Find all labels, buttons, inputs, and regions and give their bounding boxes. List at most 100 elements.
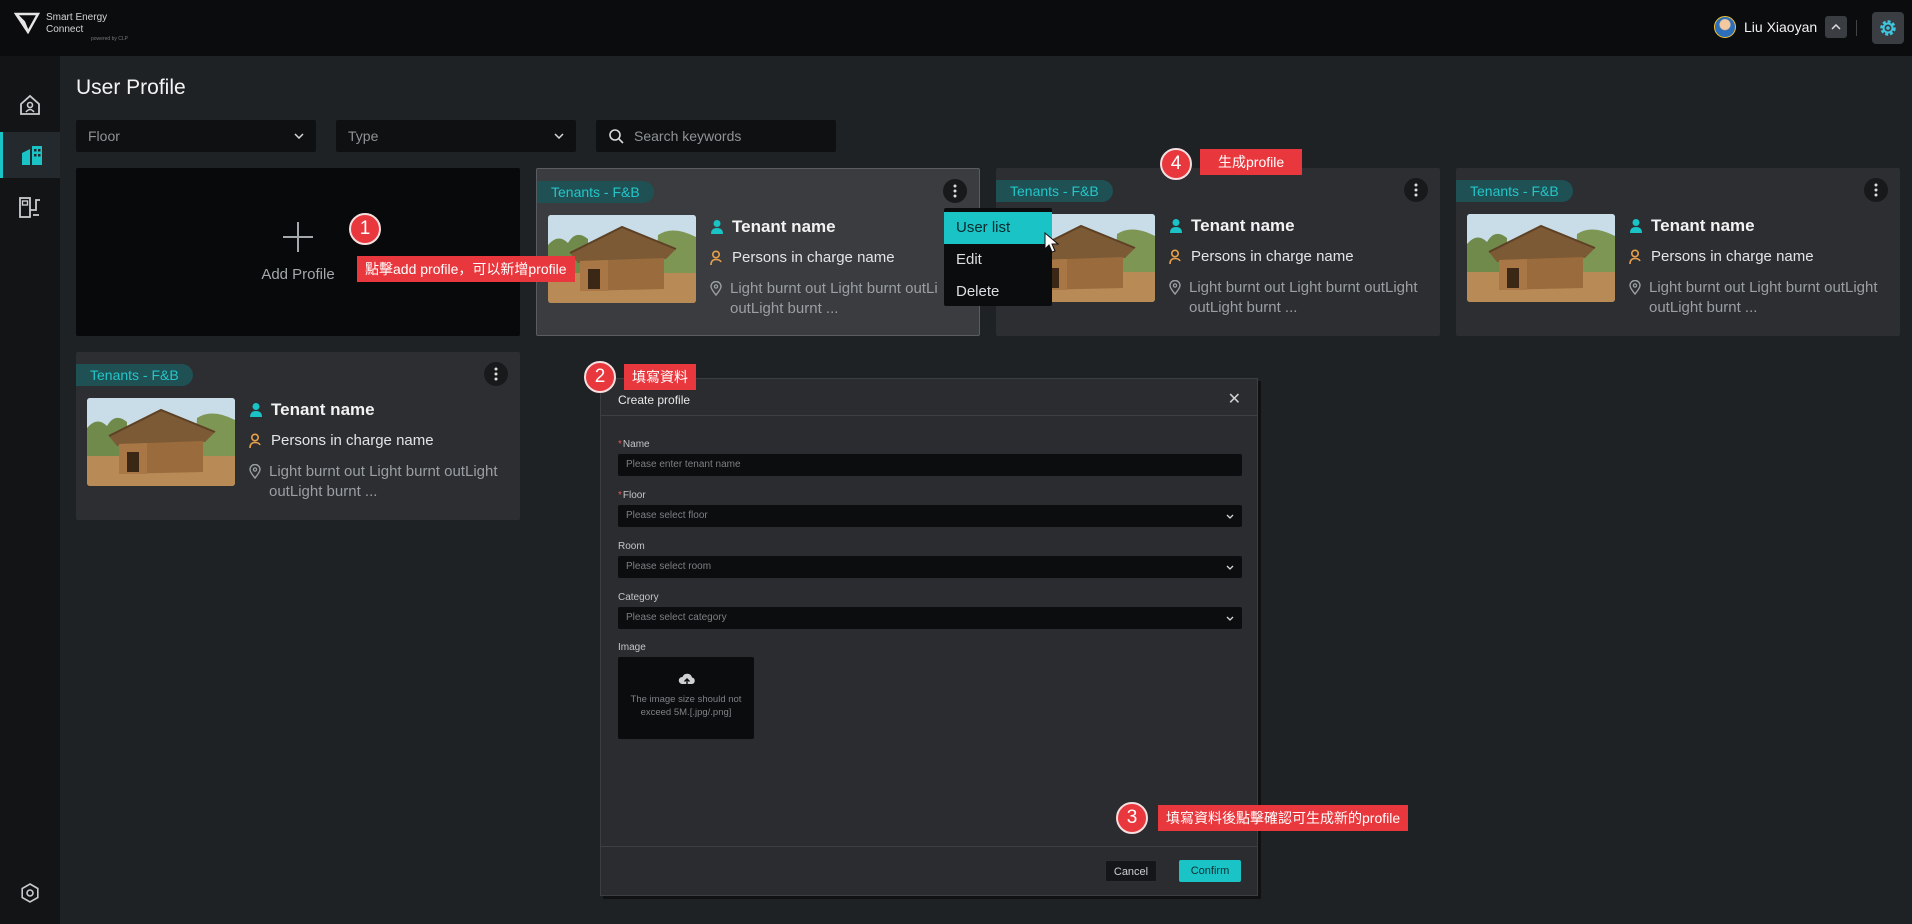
more-vertical-icon [494,367,498,381]
name-field[interactable]: Please enter tenant name [618,454,1242,476]
chevron-up-icon[interactable] [1825,16,1848,38]
cancel-button[interactable]: Cancel [1105,860,1157,882]
category-label: Category [618,592,659,603]
settings-icon [21,883,39,903]
room-placeholder: Please select room [626,561,712,572]
avatar[interactable] [1714,16,1736,38]
floor-placeholder: Please select floor [626,510,708,521]
tenant-row: Tenant name [710,217,836,237]
divider [601,415,1257,416]
type-filter-value: Type [348,128,379,144]
brand-text: Smart Energy Connect powered by CLP [46,12,128,42]
add-profile-card[interactable]: Add Profile [76,168,520,336]
floor-filter-value: Floor [88,128,120,144]
user-name[interactable]: Liu Xiaoyan [1744,19,1817,35]
cloud-upload-icon [678,673,695,686]
menu-item-user-list[interactable]: User list [944,212,1052,244]
more-options-button[interactable] [1864,178,1888,202]
search-icon [609,129,624,144]
search-input[interactable]: Search keywords [596,120,836,152]
brand-sub: powered by CLP [91,36,128,42]
address-line1: Light burnt out Light burnt outLight [269,463,498,480]
more-options-button[interactable] [1404,178,1428,202]
cursor-icon [1044,232,1060,253]
menu-item-edit[interactable]: Edit [944,244,1052,276]
menu-item-delete[interactable]: Delete [944,276,1052,308]
image-upload[interactable]: The image size should not exceed 5M.[.jp… [618,657,754,739]
more-options-button[interactable] [484,362,508,386]
page-title: User Profile [76,76,186,99]
profile-card[interactable]: Tenants - F&B Tenant name Persons in cha… [1456,168,1900,336]
sidebar-settings[interactable] [0,870,60,916]
search-placeholder: Search keywords [634,128,742,144]
person-in-charge-row: Persons in charge name [249,432,434,449]
address-line2: outLight burnt ... [1189,299,1298,316]
annotation-note-2: 填寫資料 [624,364,696,390]
person-icon [711,220,723,234]
name-label: *Name [618,439,650,450]
person-outline-icon [249,433,261,449]
annotation-badge-3: 3 [1116,802,1148,834]
person-outline-icon [1169,249,1181,265]
sidebar-item-meters[interactable] [0,184,60,230]
more-vertical-icon [1414,183,1418,197]
more-options-button[interactable] [943,179,967,203]
type-filter[interactable]: Type [336,120,576,152]
category-tag: Tenants - F&B [537,181,654,203]
brand-line1: Smart Energy [46,12,108,23]
person-in-charge-name: Persons in charge name [271,432,434,449]
floor-label: *Floor [618,490,646,501]
annotation-note-4: 生成profile [1200,149,1303,175]
annotation-note-3: 填寫資料後點擊確認可生成新的profile [1158,805,1409,831]
floor-select[interactable]: Please select floor [618,505,1242,527]
category-select[interactable]: Please select category [618,607,1242,629]
top-bar: Smart Energy Connect powered by CLP Liu … [0,0,1912,56]
card-context-menu: User list Edit Delete [944,208,1052,306]
tenant-name: Tenant name [1651,216,1755,235]
sidebar-item-home[interactable] [0,82,60,128]
gear-icon [1880,20,1896,36]
more-vertical-icon [1874,183,1878,197]
home-icon [20,94,40,115]
profile-card[interactable]: Tenants - F&B Tenant name Persons in cha… [536,168,980,336]
chevron-down-icon [294,133,304,139]
tenant-name: Tenant name [271,400,375,419]
profile-card[interactable]: Tenants - F&B Tenant name Persons in cha… [996,168,1440,336]
sidebar-item-profiles[interactable] [0,132,60,178]
user-menu[interactable]: Liu Xiaoyan [1714,16,1848,38]
brand-line2: Connect [46,24,84,35]
location-pin-icon [1169,280,1181,295]
name-placeholder: Please enter tenant name [626,459,741,470]
person-in-charge-name: Persons in charge name [1191,248,1354,265]
tenant-row: Tenant name [249,400,375,420]
plus-icon [283,222,313,252]
location-pin-icon [1629,280,1641,295]
chevron-down-icon [554,133,564,139]
brand-logo[interactable]: Smart Energy Connect powered by CLP [14,12,128,42]
confirm-button[interactable]: Confirm [1179,860,1241,882]
profile-card[interactable]: Tenants - F&B Tenant name Persons in cha… [76,352,520,520]
room-select[interactable]: Please select room [618,556,1242,578]
person-outline-icon [710,250,722,266]
category-tag: Tenants - F&B [996,180,1113,202]
name-label-text: Name [622,439,650,450]
floor-filter[interactable]: Floor [76,120,316,152]
logo-mark-icon [14,12,40,34]
tenant-name: Tenant name [732,217,836,236]
person-in-charge-name: Persons in charge name [1651,248,1814,265]
close-icon[interactable]: ✕ [1228,389,1241,409]
address-row: Light burnt out Light burnt outLight outL… [249,462,509,502]
floor-label-text: Floor [622,490,646,501]
location-pin-icon [249,464,261,479]
tenant-image [87,398,235,486]
settings-button[interactable] [1872,12,1904,44]
person-in-charge-name: Persons in charge name [732,249,895,266]
person-in-charge-row: Persons in charge name [1169,248,1354,265]
tenant-row: Tenant name [1169,216,1295,236]
person-outline-icon [1629,249,1641,265]
annotation-badge-4: 4 [1160,148,1192,180]
chevron-down-icon [1226,565,1234,570]
address-line2: outLight burnt ... [730,300,839,317]
person-in-charge-row: Persons in charge name [1629,248,1814,265]
image-label: Image [618,642,646,653]
